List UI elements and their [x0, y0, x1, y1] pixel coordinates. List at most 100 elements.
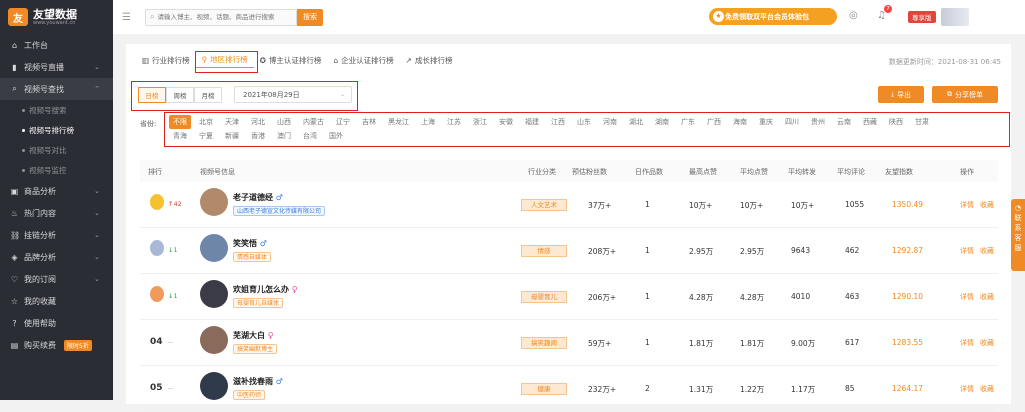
table-row[interactable]: 04 -- 芜湖大白 ♀ 搞笑幽默博主 搞笑趣闻 59万+ 1 1.81万 1.81万 9.00万… — [140, 320, 998, 366]
province-option[interactable]: 广东 — [677, 115, 699, 129]
detail-link[interactable]: 详情 — [960, 246, 974, 256]
province-option[interactable]: 重庆 — [755, 115, 777, 129]
favorite-link[interactable]: 收藏 — [980, 384, 994, 394]
province-option[interactable]: 陕西 — [885, 115, 907, 129]
account-name[interactable]: 笑笑悟 ♂ — [233, 238, 267, 249]
menu-icon[interactable]: ☰ — [122, 12, 131, 23]
favorite-link[interactable]: 收藏 — [980, 246, 994, 256]
date-select[interactable]: 2021年08月29日 ⌄ — [234, 86, 352, 103]
sidebar-item[interactable]: ◈ 品牌分析 ⌄ — [0, 246, 113, 268]
province-option[interactable]: 甘肃 — [911, 115, 933, 129]
province-option[interactable]: 安徽 — [495, 115, 517, 129]
sidebar-subitem[interactable]: 视频号排行榜 — [0, 120, 113, 140]
province-option[interactable]: 天津 — [221, 115, 243, 129]
province-option[interactable]: 不限 — [169, 115, 191, 129]
category-tag[interactable]: 母婴育儿 — [521, 291, 567, 303]
table-row[interactable]: ↓1 笑笑悟 ♂ 情感自媒体 情感 208万+ 1 2.95万 2.95万 9643 462 129… — [140, 228, 998, 274]
cell-value: 1 — [645, 246, 650, 255]
avatar[interactable] — [200, 234, 228, 262]
user-avatar[interactable] — [941, 8, 969, 26]
province-option[interactable]: 广西 — [703, 115, 725, 129]
province-option[interactable]: 台湾 — [299, 129, 321, 143]
avatar[interactable] — [200, 280, 228, 308]
avatar[interactable] — [200, 188, 228, 216]
detail-link[interactable]: 详情 — [960, 200, 974, 210]
favorite-link[interactable]: 收藏 — [980, 338, 994, 348]
province-option[interactable]: 辽宁 — [332, 115, 354, 129]
province-option[interactable]: 新疆 — [221, 129, 243, 143]
account-name[interactable]: 滋补找春雨 ♂ — [233, 376, 283, 387]
province-option[interactable]: 湖南 — [651, 115, 673, 129]
sidebar-item[interactable]: ▤ 购买续费 限时5折 — [0, 334, 113, 356]
table-row[interactable]: ↑42 老子道德经 ♂ 山西老子德宣文化传媒有限公司 人文艺术 37万+ 1 10万+ 10万… — [140, 182, 998, 228]
province-option[interactable]: 国外 — [325, 129, 347, 143]
sidebar-subitem[interactable]: 视频号对比 — [0, 140, 113, 160]
province-option[interactable]: 上海 — [417, 115, 439, 129]
sidebar-item[interactable]: ☆ 我的收藏 — [0, 290, 113, 312]
table-row[interactable]: 05 -- 滋补找春雨 ♂ 中医药师 健康 232万+ 2 1.31万 1.22万 1.17万 85… — [140, 366, 998, 412]
province-option[interactable]: 吉林 — [358, 115, 380, 129]
province-option[interactable]: 湖北 — [625, 115, 647, 129]
period-button[interactable]: 月榜 — [194, 87, 222, 103]
province-option[interactable]: 香港 — [247, 129, 269, 143]
tab[interactable]: ↗ 成长排行榜 — [400, 52, 459, 68]
province-option[interactable]: 山西 — [273, 115, 295, 129]
category-tag[interactable]: 情感 — [521, 245, 567, 257]
favorite-link[interactable]: 收藏 — [980, 200, 994, 210]
tab[interactable]: ⌂ 企业认证排行榜 — [327, 52, 399, 68]
avatar[interactable] — [200, 372, 228, 400]
share-button[interactable]: ⧉ 分享榜单 — [932, 86, 998, 103]
detail-link[interactable]: 详情 — [960, 384, 974, 394]
province-option[interactable]: 北京 — [195, 115, 217, 129]
period-button[interactable]: 日榜 — [138, 87, 166, 103]
account-name[interactable]: 欢姐育儿怎么办 ♀ — [233, 284, 298, 295]
sidebar-subitem[interactable]: 视频号监控 — [0, 160, 113, 180]
category-tag[interactable]: 搞笑趣闻 — [521, 337, 567, 349]
province-option[interactable]: 云南 — [833, 115, 855, 129]
province-option[interactable]: 内蒙古 — [299, 115, 328, 129]
province-option[interactable]: 江西 — [547, 115, 569, 129]
account-name[interactable]: 老子道德经 ♂ — [233, 192, 283, 203]
province-option[interactable]: 福建 — [521, 115, 543, 129]
period-button[interactable]: 周榜 — [166, 87, 194, 103]
compass-icon[interactable]: ◎ — [849, 10, 858, 21]
sidebar-item[interactable]: ⛓ 挂链分析 ⌄ — [0, 224, 113, 246]
province-option[interactable]: 河南 — [599, 115, 621, 129]
province-option[interactable]: 黑龙江 — [384, 115, 413, 129]
sidebar-item[interactable]: ? 使用帮助 — [0, 312, 113, 334]
sidebar-item[interactable]: ♨ 热门内容 ⌄ — [0, 202, 113, 224]
sidebar-subitem[interactable]: 视频号搜索 — [0, 100, 113, 120]
province-option[interactable]: 澳门 — [273, 129, 295, 143]
sidebar-item[interactable]: ⌂ 工作台 — [0, 34, 113, 56]
search-input[interactable] — [157, 13, 288, 21]
category-tag[interactable]: 健康 — [521, 383, 567, 395]
search-button[interactable]: 搜索 — [296, 8, 323, 26]
tab[interactable]: ▥ 行业排行榜 — [136, 52, 196, 68]
promo-banner[interactable]: ★ 免费领取双平台会员体验包 — [709, 8, 837, 25]
sidebar-item[interactable]: ▮ 视频号直播 ⌄ — [0, 56, 113, 78]
table-row[interactable]: ↓1 欢姐育儿怎么办 ♀ 母婴育儿自媒体 母婴育儿 206万+ 1 4.28万 4.28万 40… — [140, 274, 998, 320]
province-option[interactable]: 宁夏 — [195, 129, 217, 143]
province-option[interactable]: 青海 — [169, 129, 191, 143]
category-tag[interactable]: 人文艺术 — [521, 199, 567, 211]
customer-service-button[interactable]: ◔ 联系客服 — [1011, 199, 1025, 271]
export-button[interactable]: ⤓ 导出 — [878, 86, 924, 103]
sidebar-item[interactable]: ♡ 我的订阅 ⌄ — [0, 268, 113, 290]
province-option[interactable]: 江苏 — [443, 115, 465, 129]
province-option[interactable]: 西藏 — [859, 115, 881, 129]
province-option[interactable]: 贵州 — [807, 115, 829, 129]
logo[interactable]: 友 友望数据 www.youwant.cn — [0, 0, 113, 34]
favorite-link[interactable]: 收藏 — [980, 292, 994, 302]
account-name[interactable]: 芜湖大白 ♀ — [233, 330, 274, 341]
province-option[interactable]: 山东 — [573, 115, 595, 129]
detail-link[interactable]: 详情 — [960, 292, 974, 302]
avatar[interactable] — [200, 326, 228, 354]
sidebar-item[interactable]: ⌕ 视频号查找 ⌃ — [0, 78, 113, 100]
detail-link[interactable]: 详情 — [960, 338, 974, 348]
tab[interactable]: ✪ 博主认证排行榜 — [254, 52, 328, 68]
province-option[interactable]: 海南 — [729, 115, 751, 129]
province-option[interactable]: 四川 — [781, 115, 803, 129]
sidebar-item[interactable]: ▣ 商品分析 ⌄ — [0, 180, 113, 202]
province-option[interactable]: 河北 — [247, 115, 269, 129]
province-option[interactable]: 浙江 — [469, 115, 491, 129]
